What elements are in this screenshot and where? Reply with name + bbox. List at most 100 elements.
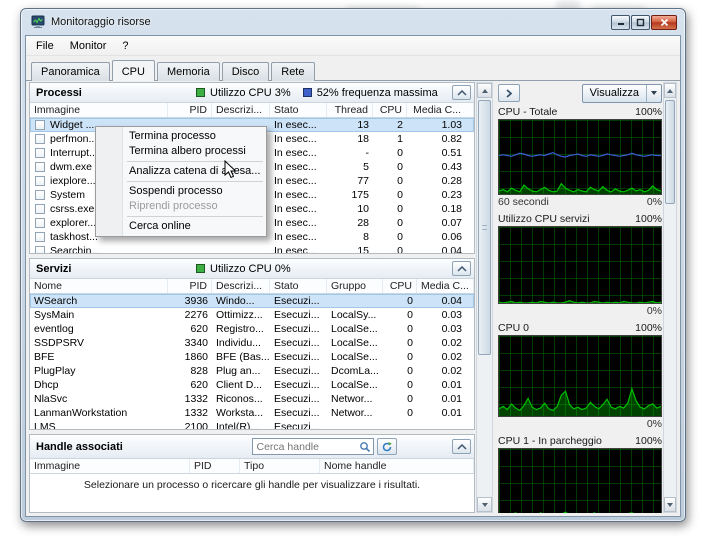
process-checkbox[interactable] — [35, 204, 45, 214]
context-menu-item[interactable] — [127, 161, 263, 162]
service-status: Esecuzi... — [274, 294, 320, 307]
menu-help[interactable]: ? — [114, 38, 136, 54]
minimize-button[interactable] — [611, 14, 630, 30]
process-checkbox[interactable] — [35, 190, 45, 200]
service-row[interactable]: LanmanWorkstation 1332 Worksta... Esecuz… — [30, 406, 474, 420]
handles-collapse-button[interactable] — [452, 439, 471, 454]
service-description: Ottimizz... — [216, 308, 263, 321]
titlebar[interactable]: Monitoraggio risorse — [21, 9, 685, 35]
service-row[interactable]: eventlog 620 Registro... Esecuzi... Loca… — [30, 322, 474, 336]
column-header[interactable]: Gruppo — [327, 279, 383, 293]
process-status: In esec... — [274, 146, 317, 159]
green-square-icon — [196, 264, 205, 273]
column-header[interactable]: Descrizi... — [212, 279, 270, 293]
cpu-total-chart — [498, 119, 662, 195]
processes-collapse-button[interactable] — [452, 85, 471, 100]
menu-file[interactable]: File — [28, 38, 62, 54]
context-menu-item[interactable]: Cerca online — [97, 219, 265, 234]
column-header[interactable]: Media C... — [417, 279, 474, 293]
process-row[interactable]: Searchin... In esec... 15 0 0.04 — [30, 244, 474, 253]
tab-rete[interactable]: Rete — [271, 62, 315, 81]
column-header[interactable]: Nome — [30, 279, 168, 293]
handle-search-input[interactable] — [256, 440, 359, 453]
context-menu-item-label: Cerca online — [129, 220, 191, 232]
chart-max-label: 100% — [635, 435, 662, 447]
handles-panel-header[interactable]: Handle associati — [30, 435, 474, 459]
process-status: In esec... — [274, 188, 317, 201]
process-checkbox[interactable] — [35, 120, 45, 130]
column-header[interactable]: PID — [190, 459, 240, 473]
process-checkbox[interactable] — [35, 162, 45, 172]
processes-panel-header[interactable]: Processi Utilizzo CPU 3% 52% frequenza m… — [30, 83, 474, 103]
column-header[interactable]: Nome handle — [320, 459, 474, 473]
scrollbar-thumb[interactable] — [478, 100, 491, 356]
scrollbar-thumb[interactable] — [665, 100, 675, 204]
context-menu-item[interactable]: Sospendi processo — [97, 184, 265, 199]
column-header[interactable]: Stato — [270, 279, 327, 293]
services-collapse-button[interactable] — [452, 261, 471, 276]
handles-title: Handle associati — [36, 440, 123, 453]
dropdown-arrow[interactable] — [646, 84, 661, 102]
charts-column: Visualizza CPU - Totale 100% 60 secondi … — [494, 82, 662, 513]
context-menu-item[interactable]: Riprendi processo — [97, 199, 265, 214]
mouse-cursor — [224, 159, 237, 182]
right-scrollbar[interactable] — [663, 82, 677, 513]
tab-disco[interactable]: Disco — [221, 62, 270, 81]
scroll-down-button[interactable] — [664, 497, 676, 512]
column-header[interactable]: Thread — [327, 103, 373, 117]
service-status: Esecuzi... — [274, 392, 320, 405]
process-checkbox[interactable] — [35, 148, 45, 158]
service-description: Riconos... — [216, 392, 263, 405]
left-scrollbar[interactable] — [476, 82, 493, 513]
context-menu-item[interactable]: Analizza catena di attesa... — [97, 164, 265, 179]
service-row[interactable]: NlaSvc 1332 Riconos... Esecuzi... Networ… — [30, 392, 474, 406]
column-header[interactable]: Immagine — [30, 459, 190, 473]
service-row[interactable]: Dhcp 620 Client D... Esecuzi... LocalSe.… — [30, 378, 474, 392]
context-menu-item-label: Riprendi processo — [129, 200, 218, 212]
service-row[interactable]: WSearch 3936 Windo... Esecuzi... 0 0.04 — [30, 294, 474, 308]
chart-max-label: 100% — [635, 213, 662, 225]
column-header[interactable]: CPU — [383, 279, 417, 293]
maximize-button[interactable] — [631, 14, 650, 30]
service-row[interactable]: LMS 2100 Intel(R)... Esecuzi... — [30, 420, 474, 430]
column-header[interactable]: Tipo — [240, 459, 320, 473]
column-header[interactable]: Stato — [270, 103, 327, 117]
scrollbar-track[interactable] — [664, 98, 676, 497]
service-row[interactable]: SSDPSRV 3340 Individu... Esecuzi... Loca… — [30, 336, 474, 350]
scroll-up-button[interactable] — [477, 83, 492, 98]
context-menu-item[interactable] — [127, 216, 263, 217]
scroll-down-button[interactable] — [477, 497, 492, 512]
expand-charts-button[interactable] — [498, 84, 520, 102]
service-avg-cpu: 0.01 — [441, 406, 462, 419]
tab-panoramica[interactable]: Panoramica — [31, 62, 110, 81]
views-dropdown-button[interactable]: Visualizza — [581, 83, 662, 103]
search-icon[interactable] — [359, 441, 371, 453]
window-title: Monitoraggio risorse — [51, 16, 151, 28]
tab-cpu[interactable]: CPU — [111, 60, 155, 81]
context-menu-item[interactable]: Termina processo — [97, 129, 265, 144]
service-row[interactable]: BFE 1860 BFE (Bas... Esecuzi... LocalSe.… — [30, 350, 474, 364]
service-row[interactable]: PlugPlay 828 Plug an... Esecuzi... DcomL… — [30, 364, 474, 378]
process-checkbox[interactable] — [35, 218, 45, 228]
process-checkbox[interactable] — [35, 246, 45, 253]
column-header[interactable]: PID — [168, 279, 212, 293]
column-header[interactable]: PID — [168, 103, 212, 117]
scroll-up-button[interactable] — [664, 83, 676, 98]
services-panel-header[interactable]: Servizi Utilizzo CPU 0% — [30, 259, 474, 279]
context-menu-item[interactable] — [127, 181, 263, 182]
tab-memoria[interactable]: Memoria — [156, 62, 220, 81]
column-header[interactable]: Immagine — [30, 103, 168, 117]
scrollbar-track[interactable] — [477, 98, 492, 497]
process-checkbox[interactable] — [35, 176, 45, 186]
service-row[interactable]: SysMain 2276 Ottimizz... Esecuzi... Loca… — [30, 308, 474, 322]
context-menu-item[interactable]: Termina albero processi — [97, 144, 265, 159]
process-checkbox[interactable] — [35, 134, 45, 144]
column-header[interactable]: Descrizi... — [212, 103, 270, 117]
column-header[interactable]: Media C... — [407, 103, 474, 117]
refresh-button[interactable] — [376, 438, 397, 455]
column-header[interactable]: CPU — [373, 103, 407, 117]
service-cpu: 0 — [407, 392, 413, 405]
process-checkbox[interactable] — [35, 232, 45, 242]
close-button[interactable] — [651, 14, 677, 30]
menu-monitor[interactable]: Monitor — [62, 38, 115, 54]
